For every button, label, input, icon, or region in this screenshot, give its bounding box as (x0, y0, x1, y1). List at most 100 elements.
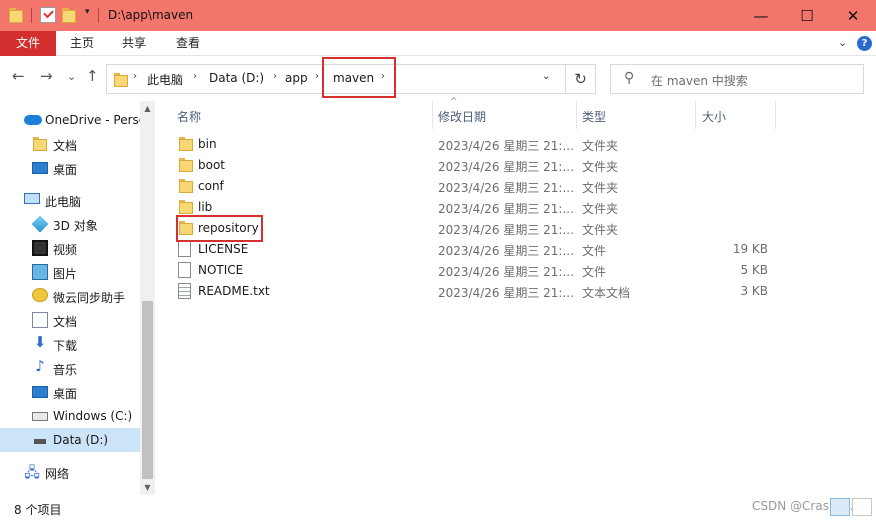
breadcrumb-separator[interactable]: › (315, 71, 319, 82)
breadcrumb-separator[interactable]: › (133, 71, 137, 82)
column-label: 名称 (177, 110, 202, 124)
scroll-down-icon[interactable]: ▼ (140, 480, 155, 495)
sidebar-item-videos[interactable]: 视频 (0, 236, 140, 260)
quick-access-dropdown-icon[interactable]: ▾ (85, 7, 90, 17)
sidebar-scrollbar[interactable]: ▲ ▼ (140, 101, 155, 495)
search-input[interactable]: 在 maven 中搜索 (651, 72, 748, 89)
file-name: lib (198, 200, 213, 214)
details-view-button[interactable] (830, 498, 850, 516)
tab-view[interactable]: 查看 (176, 31, 200, 56)
file-row-boot[interactable]: boot 2023/4/26 星期三 21:... 文件夹 (175, 155, 775, 176)
column-header-date[interactable]: 修改日期 (438, 107, 578, 129)
sidebar-item-label: 3D 对象 (53, 219, 98, 233)
sidebar-item-label: Windows (C:) (53, 409, 133, 423)
file-date: 2023/4/26 星期三 21:... (438, 286, 574, 300)
ribbon-tabs: 文件 主页 共享 查看 ⌄ ? (0, 31, 876, 56)
close-button[interactable]: ✕ (830, 0, 876, 31)
file-name: boot (198, 158, 226, 172)
new-folder-icon[interactable] (62, 7, 78, 23)
sidebar-item-drive-d[interactable]: Data (D:) (0, 428, 140, 452)
file-size: 3 KB (740, 284, 768, 298)
folder-icon (178, 136, 194, 152)
breadcrumb-separator[interactable]: › (381, 71, 385, 82)
file-size: 19 KB (732, 242, 768, 256)
breadcrumb-data-d[interactable]: Data (D:) (209, 71, 264, 85)
file-date: 2023/4/26 星期三 21:... (438, 139, 574, 153)
file-date: 2023/4/26 星期三 21:... (438, 181, 574, 195)
column-header-name[interactable]: 名称 (177, 107, 427, 129)
sidebar-item-label: 桌面 (53, 387, 78, 401)
file-row-readme[interactable]: README.txt 2023/4/26 星期三 21:... 文本文档 3 K… (175, 281, 775, 302)
status-bar: 8 个项目 CSDN @Crashcc... (0, 495, 876, 520)
column-header-size[interactable]: 大小 (702, 107, 772, 129)
drive-d-icon (34, 439, 46, 444)
breadcrumb-separator[interactable]: › (273, 71, 277, 82)
sidebar-item-onedrive[interactable]: OneDrive - Perso (0, 108, 140, 132)
back-button[interactable]: ← (12, 67, 25, 85)
tab-share[interactable]: 共享 (122, 31, 146, 56)
file-row-notice[interactable]: NOTICE 2023/4/26 星期三 21:... 文件 5 KB (175, 260, 775, 281)
file-name: NOTICE (198, 263, 244, 277)
file-row-license[interactable]: LICENSE 2023/4/26 星期三 21:... 文件 19 KB (175, 239, 775, 260)
properties-icon[interactable] (40, 7, 56, 23)
breadcrumb-maven[interactable]: maven (333, 71, 374, 85)
music-icon: ♪ (35, 357, 45, 375)
tab-file[interactable]: 文件 (0, 31, 56, 56)
column-header-type[interactable]: 类型 (582, 107, 692, 129)
file-row-conf[interactable]: conf 2023/4/26 星期三 21:... 文件夹 (175, 176, 775, 197)
sidebar-item-documents[interactable]: 文档 (0, 308, 140, 332)
large-icons-view-button[interactable] (852, 498, 872, 516)
sidebar-item-label: 文档 (53, 139, 78, 153)
sidebar-item-this-pc[interactable]: 此电脑 (0, 188, 140, 212)
column-divider[interactable] (695, 101, 696, 129)
3d-objects-icon (31, 215, 49, 233)
sidebar-item-drive-c[interactable]: Windows (C:) (0, 404, 140, 428)
address-history-dropdown-icon[interactable]: ⌄ (542, 71, 550, 82)
file-type: 文件夹 (582, 223, 619, 237)
search-box[interactable]: ⚲ 在 maven 中搜索 (610, 64, 864, 94)
file-row-bin[interactable]: bin 2023/4/26 星期三 21:... 文件夹 (175, 134, 775, 155)
sidebar-item-downloads[interactable]: ⬇ 下载 (0, 332, 140, 356)
folder-icon (178, 178, 194, 194)
minimize-button[interactable]: — (738, 0, 784, 31)
sidebar-item-label: 此电脑 (45, 195, 82, 209)
sidebar-item-desktop[interactable]: 桌面 (0, 380, 140, 404)
folder-icon (178, 199, 194, 215)
sidebar-item-pictures[interactable]: 图片 (0, 260, 140, 284)
sidebar-item-music[interactable]: ♪ 音乐 (0, 356, 140, 380)
scroll-up-icon[interactable]: ▲ (140, 101, 155, 116)
ribbon-expand-icon[interactable]: ⌄ (838, 36, 847, 49)
forward-button[interactable]: → (40, 67, 53, 85)
column-divider[interactable] (432, 101, 433, 129)
file-date: 2023/4/26 星期三 21:... (438, 223, 574, 237)
sidebar-item-onedrive-desktop[interactable]: 桌面 (0, 156, 140, 180)
file-row-repository[interactable]: repository 2023/4/26 星期三 21:... 文件夹 (175, 218, 775, 239)
address-bar[interactable]: › 此电脑 › Data (D:) › app › maven › (106, 64, 566, 94)
file-type: 文本文档 (582, 286, 631, 300)
maximize-button[interactable]: ☐ (784, 0, 830, 31)
sidebar-item-onedrive-documents[interactable]: 文档 (0, 132, 140, 156)
title-bar: ▾ D:\app\maven — ☐ ✕ (0, 0, 876, 31)
breadcrumb-app[interactable]: app (285, 71, 308, 85)
sidebar-item-3d-objects[interactable]: 3D 对象 (0, 212, 140, 236)
scrollbar-thumb[interactable] (142, 301, 153, 479)
recent-locations-button[interactable]: ⌄ (67, 70, 76, 83)
file-icon (178, 262, 191, 278)
tab-home[interactable]: 主页 (70, 31, 94, 56)
refresh-button[interactable]: ↻ (566, 64, 596, 94)
toolbar-divider (98, 8, 99, 23)
breadcrumb-this-pc[interactable]: 此电脑 (147, 71, 183, 88)
sidebar-item-weiyun[interactable]: 微云同步助手 (0, 284, 140, 308)
file-type: 文件 (582, 265, 607, 279)
sidebar-item-label: 微云同步助手 (53, 291, 126, 305)
up-button[interactable]: ↑ (86, 67, 99, 85)
breadcrumb-separator[interactable]: › (193, 71, 197, 82)
help-icon[interactable]: ? (857, 36, 872, 51)
file-date: 2023/4/26 星期三 21:... (438, 265, 574, 279)
sidebar-item-network[interactable]: 🖧 网络 (0, 460, 140, 484)
column-divider[interactable] (576, 101, 577, 129)
file-name: README.txt (198, 284, 270, 298)
column-divider[interactable] (775, 101, 776, 129)
file-row-lib[interactable]: lib 2023/4/26 星期三 21:... 文件夹 (175, 197, 775, 218)
downloads-icon: ⬇ (33, 333, 47, 351)
